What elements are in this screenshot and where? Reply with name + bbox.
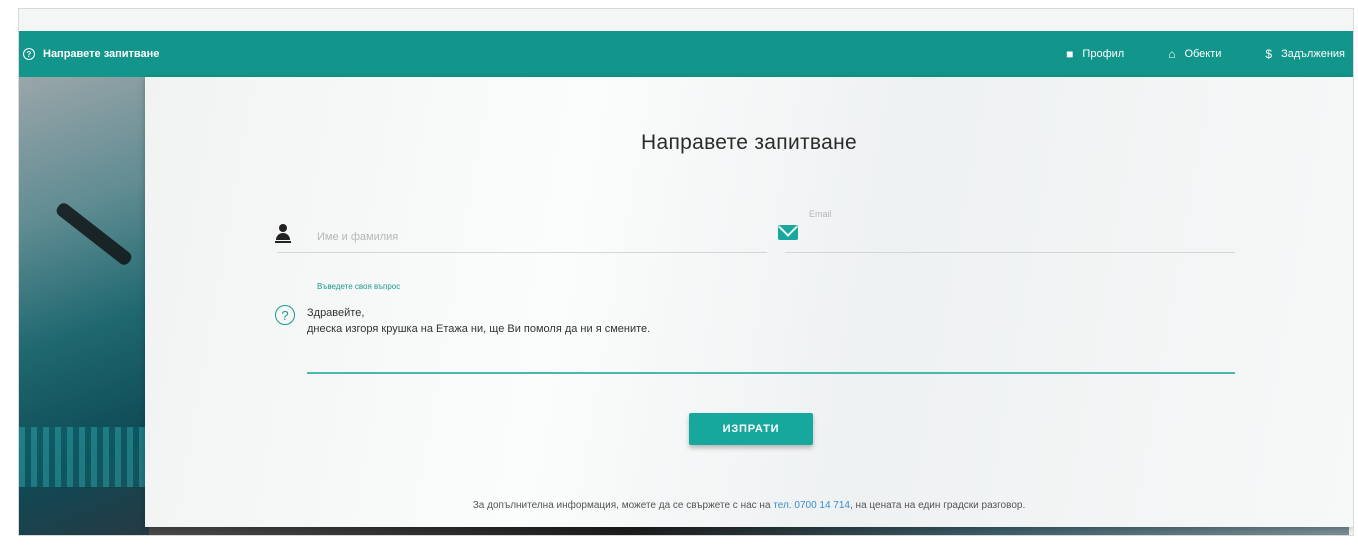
question-icon: ? — [275, 305, 295, 325]
brand-link[interactable]: ? Направете запитване — [23, 48, 159, 60]
background-decoration — [19, 427, 149, 487]
email-label: Email — [809, 209, 832, 219]
mail-icon — [778, 225, 798, 240]
contact-note-text-end: , на цената на един градски разговор. — [850, 500, 1026, 511]
nav-item-obligations[interactable]: $ Задължения — [1265, 47, 1345, 61]
phone-link[interactable]: тел. 0700 14 714 — [773, 500, 850, 511]
name-input[interactable] — [315, 230, 749, 244]
nav-item-label: Задължения — [1281, 48, 1345, 60]
send-button[interactable]: ИЗПРАТИ — [689, 413, 813, 445]
dollar-icon: $ — [1265, 47, 1273, 61]
person-icon: ■ — [1066, 47, 1074, 61]
nav-item-profile[interactable]: ■ Профил — [1066, 47, 1124, 61]
email-input[interactable] — [815, 227, 1229, 241]
background-strip — [149, 527, 1349, 535]
message-textarea[interactable]: Здравейте, днеска изгоря крушка на Етажа… — [307, 305, 650, 337]
brand-label: Направете запитване — [43, 48, 160, 60]
nav-item-label: Обекти — [1184, 48, 1222, 60]
message-field[interactable]: Въведете своя въпрос ? Здравейте, днеска… — [275, 282, 1235, 374]
nav-menu: ■ Профил ⌂ Обекти $ Задължения — [1022, 47, 1353, 61]
app-frame: ? Направете запитване ■ Профил ⌂ Обекти … — [18, 8, 1354, 536]
page-title: Направете запитване — [641, 131, 857, 154]
contact-note: За допълнителна информация, можете да се… — [145, 500, 1353, 511]
contact-note-text: За допълнителна информация, можете да се… — [472, 500, 774, 511]
help-icon: ? — [23, 48, 35, 60]
nav-item-label: Профил — [1082, 48, 1125, 60]
top-navbar: ? Направете запитване ■ Профил ⌂ Обекти … — [19, 31, 1353, 77]
person-icon — [275, 224, 291, 244]
inquiry-card: Направете запитване Email Въведете своя … — [145, 77, 1353, 527]
background-decoration — [54, 200, 134, 268]
email-field: Email — [778, 209, 1235, 253]
message-label: Въведете своя въпрос — [317, 282, 401, 291]
background-image — [19, 77, 149, 535]
nav-item-objects[interactable]: ⌂ Обекти — [1168, 47, 1221, 61]
home-icon: ⌂ — [1168, 47, 1176, 61]
name-field — [275, 222, 767, 253]
